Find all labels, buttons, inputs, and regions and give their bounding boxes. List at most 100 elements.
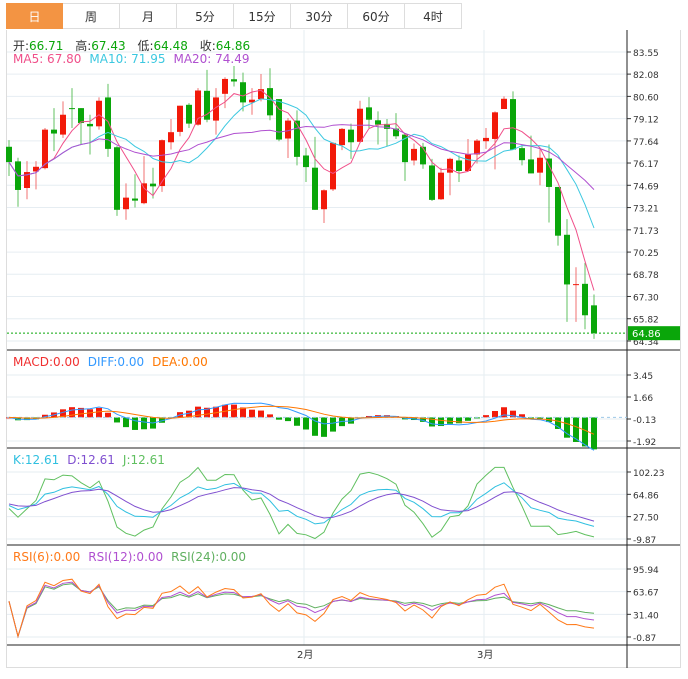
- macd-bar: [249, 409, 255, 418]
- candle-body: [150, 183, 156, 187]
- macd-tick-label: -0.13: [633, 416, 656, 426]
- candle-body: [555, 186, 561, 236]
- candle-body: [132, 198, 138, 201]
- ma20-legend: MA20: 74.49: [173, 52, 250, 66]
- price-tick-label: 68.78: [633, 271, 659, 281]
- candle-body: [177, 105, 183, 132]
- candle-body: [96, 100, 102, 127]
- close-value: 64.86: [215, 39, 251, 53]
- rsi-tick-label: 63.67: [633, 589, 659, 599]
- macd-bar: [96, 407, 102, 418]
- rsi-tick-label: 31.40: [633, 611, 659, 621]
- macd-bar: [573, 417, 579, 442]
- candle-body: [339, 128, 345, 146]
- candle-body: [591, 305, 597, 334]
- candle-body: [411, 148, 417, 161]
- candle-body: [474, 140, 480, 155]
- candle-body: [582, 283, 588, 316]
- price-tick-label: 79.12: [633, 116, 659, 126]
- macd-bar: [321, 417, 327, 437]
- j-value: J:12.61: [122, 453, 165, 467]
- candle-body: [528, 159, 534, 174]
- macd-bar: [582, 417, 588, 447]
- candle-body: [312, 167, 318, 210]
- candle-body: [123, 197, 129, 210]
- price-tick-label: 83.55: [633, 49, 659, 59]
- macd-legend: MACD:0.00 DIFF:0.00 DEA:0.00: [13, 355, 216, 369]
- low-label: 低:: [137, 39, 154, 53]
- candle-body: [168, 132, 174, 143]
- candle-body: [501, 98, 507, 110]
- candle-body: [240, 82, 246, 103]
- macd-bar: [465, 417, 471, 421]
- price-tick-label: 65.82: [633, 316, 659, 326]
- ma20-line: [8, 124, 595, 190]
- candle-body: [564, 234, 570, 285]
- j-line: [8, 466, 595, 540]
- candle-body: [186, 104, 192, 124]
- candle-body: [348, 129, 354, 143]
- candle-body: [267, 88, 273, 116]
- candle-body: [60, 114, 66, 135]
- ma10-legend: MA10: 71.95: [89, 52, 166, 66]
- candle-body: [222, 78, 228, 94]
- rsi12-value: RSI(12):0.00: [88, 550, 164, 564]
- price-tick-label: 71.73: [633, 227, 659, 237]
- candle-body: [276, 99, 282, 140]
- price-tick-label: 70.25: [633, 249, 659, 259]
- kdj-legend: K:12.61 D:12.61 J:12.61: [13, 453, 173, 467]
- k-value: K:12.61: [13, 453, 60, 467]
- candle-body: [510, 99, 516, 150]
- ma5-legend: MA5: 67.80: [13, 52, 82, 66]
- price-tick-label: 77.64: [633, 138, 659, 148]
- macd-bar: [330, 417, 336, 432]
- high-label: 高:: [75, 39, 92, 53]
- candle-body: [285, 120, 291, 139]
- macd-bar: [285, 417, 291, 422]
- candle-body: [546, 158, 552, 187]
- price-tick-label: 73.21: [633, 205, 659, 215]
- macd-tick-label: -1.92: [633, 438, 656, 448]
- candle-body: [87, 123, 93, 127]
- candle-body: [78, 108, 84, 124]
- macd-tick-label: 1.66: [633, 394, 653, 404]
- candle-body: [303, 155, 309, 168]
- candle-body: [114, 147, 120, 210]
- x-tick-label: 3月: [477, 649, 493, 661]
- candle-body: [537, 157, 543, 173]
- macd-tick-label: 3.45: [633, 372, 653, 382]
- kdj-tick-label: 27.50: [633, 514, 659, 524]
- macd-value: MACD:0.00: [13, 355, 80, 369]
- d-value: D:12.61: [67, 453, 115, 467]
- candle-body: [447, 158, 453, 173]
- kdj-tick-label: 64.86: [633, 491, 659, 501]
- rsi24-value: RSI(24):0.00: [171, 550, 247, 564]
- candle-body: [141, 183, 147, 204]
- macd-bar: [231, 404, 237, 418]
- price-tick-label: 74.69: [633, 182, 659, 192]
- ma-legend: MA5: 67.80 MA10: 71.95 MA20: 74.49: [13, 52, 258, 66]
- kline-chart[interactable]: 2月 3月 83.55 82.08 80.60 79.12 77.64 76.17 74.69 7…: [0, 0, 688, 679]
- candle-body: [456, 160, 462, 171]
- price-tick-label: 76.17: [633, 160, 659, 170]
- macd-bar: [141, 417, 147, 430]
- d-line: [8, 487, 595, 522]
- macd-bar: [105, 412, 111, 418]
- kdj-tick-label: 102.23: [633, 469, 665, 479]
- rsi-tick-label: 95.94: [633, 566, 659, 576]
- open-value: 66.71: [29, 39, 64, 53]
- close-label: 收:: [199, 39, 216, 53]
- candle-body: [321, 190, 327, 210]
- rsi-legend: RSI(6):0.00 RSI(12):0.00 RSI(24):0.00: [13, 550, 254, 564]
- price-tick-label: 82.08: [633, 71, 659, 81]
- candle-body: [492, 112, 498, 139]
- rsi6-value: RSI(6):0.00: [13, 550, 81, 564]
- candle-body: [375, 120, 381, 125]
- macd-bar: [294, 417, 300, 426]
- open-label: 开:: [13, 39, 30, 53]
- candle-body: [366, 107, 372, 120]
- candle-body: [429, 165, 435, 200]
- candle-body: [51, 129, 57, 134]
- kline-widget: 日周月 5分 15分 30分 60分 4时 2月 3月 83.55 82.08 80.60 79.1…: [0, 0, 688, 679]
- dea-value: DEA:0.00: [152, 355, 208, 369]
